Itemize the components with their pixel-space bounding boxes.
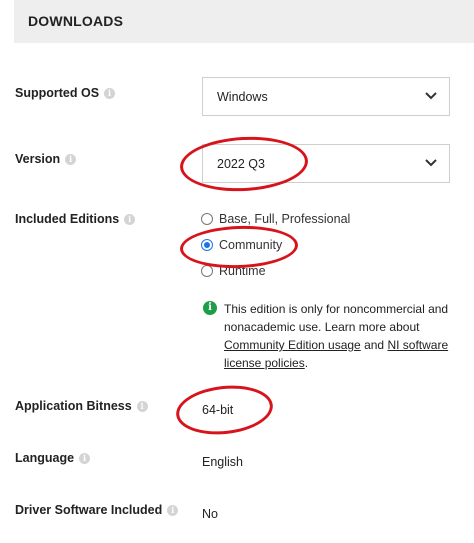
driver-software-label: Driver Software Included i: [15, 503, 179, 517]
info-icon[interactable]: i: [136, 400, 148, 412]
application-bitness-label: Application Bitness i: [15, 399, 148, 413]
info-icon[interactable]: i: [124, 213, 136, 225]
notice-text-middle: and: [360, 338, 388, 352]
radio-label: Runtime: [219, 264, 266, 278]
version-value: 2022 Q3: [217, 157, 265, 171]
version-label: Version i: [15, 152, 77, 166]
info-icon[interactable]: i: [104, 87, 116, 99]
community-notice: i This edition is only for noncommercial…: [203, 300, 453, 372]
header-title: DOWNLOADS: [28, 13, 124, 29]
community-edition-usage-link[interactable]: Community Edition usage: [224, 338, 361, 352]
supported-os-select[interactable]: Windows: [202, 77, 450, 116]
supported-os-label-text: Supported OS: [15, 86, 100, 100]
driver-software-value: No: [202, 507, 218, 521]
language-label-text: Language: [15, 451, 75, 465]
downloads-header: DOWNLOADS: [14, 0, 474, 43]
radio-base-full-professional[interactable]: Base, Full, Professional: [201, 212, 350, 226]
radio-community[interactable]: Community: [201, 238, 282, 252]
notice-text: This edition is only for noncommercial a…: [224, 300, 453, 372]
included-editions-label: Included Editions i: [15, 212, 136, 226]
radio-button-icon[interactable]: [201, 213, 213, 225]
radio-button-icon[interactable]: [201, 265, 213, 277]
notice-text-before: This edition is only for noncommercial a…: [224, 302, 449, 334]
supported-os-label: Supported OS i: [15, 86, 116, 100]
info-icon[interactable]: i: [167, 504, 179, 516]
version-label-text: Version: [15, 152, 61, 166]
language-label: Language i: [15, 451, 91, 465]
info-icon[interactable]: i: [65, 153, 77, 165]
info-icon[interactable]: i: [79, 452, 91, 464]
supported-os-value: Windows: [217, 90, 268, 104]
included-editions-label-text: Included Editions: [15, 212, 120, 226]
application-bitness-label-text: Application Bitness: [15, 399, 132, 413]
chevron-down-icon: [425, 92, 437, 100]
info-circle-icon: i: [203, 301, 217, 315]
radio-button-checked-icon[interactable]: [201, 239, 213, 251]
radio-label: Base, Full, Professional: [219, 212, 351, 226]
notice-text-after: .: [304, 356, 309, 370]
version-select[interactable]: 2022 Q3: [202, 144, 450, 183]
radio-label: Community: [219, 238, 283, 252]
chevron-down-icon: [425, 159, 437, 167]
application-bitness-value: 64-bit: [202, 403, 234, 417]
language-value: English: [202, 455, 243, 469]
driver-software-label-text: Driver Software Included: [15, 503, 163, 517]
radio-runtime[interactable]: Runtime: [201, 264, 266, 278]
